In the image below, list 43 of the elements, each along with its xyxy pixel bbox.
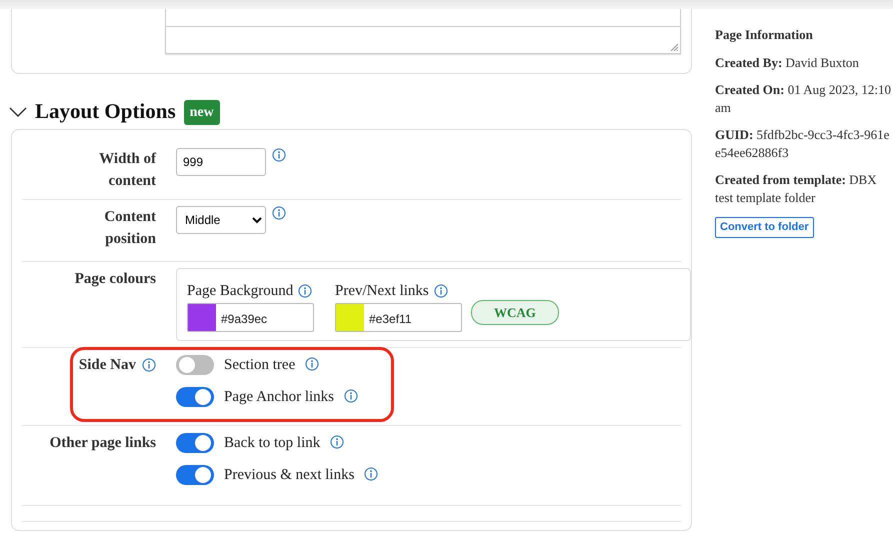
field-label: Page colours	[74, 271, 156, 287]
info-icon[interactable]	[344, 389, 358, 403]
info-icon[interactable]	[298, 284, 312, 298]
toggle-label: Page Anchor links	[224, 388, 334, 407]
info-icon[interactable]	[330, 435, 344, 449]
colour-input[interactable]: #9a39ec	[187, 303, 314, 332]
toggle-switch[interactable]	[176, 465, 214, 485]
toggle-switch[interactable]	[176, 355, 214, 375]
info-heading: Page Information	[715, 26, 814, 44]
field-label: Other page links	[50, 434, 156, 453]
colour-swatch[interactable]	[188, 304, 216, 331]
info-text: Created On: 01 Aug 2023, 12:10 am	[715, 81, 892, 117]
convert-button[interactable]: Convert to folder	[715, 217, 814, 238]
colour-swatch[interactable]	[336, 304, 364, 331]
info-text: Created from template: DBX test template folder	[715, 171, 878, 207]
section-title: Layout Options	[35, 98, 176, 126]
info-icon[interactable]	[272, 148, 286, 162]
toggle-label: Previous & next links	[224, 466, 354, 485]
chevron-icon[interactable]	[9, 106, 27, 118]
toggle-switch[interactable]	[176, 433, 214, 453]
wcag-button[interactable]: WCAG	[471, 300, 559, 325]
colour-input[interactable]: #e3ef11	[335, 303, 462, 332]
info-icon[interactable]	[272, 206, 286, 220]
field-label: Side Nav	[78, 356, 136, 375]
info-text: Created By: David Buxton	[715, 54, 860, 72]
toggle-switch[interactable]	[176, 387, 214, 407]
colour-label: Prev/Next links	[335, 282, 429, 300]
position-select[interactable]: Middle	[176, 206, 266, 234]
width-input[interactable]: 999	[176, 148, 266, 176]
new-badge: new	[184, 100, 220, 124]
toggle-label: Section tree	[224, 356, 296, 375]
info-icon[interactable]	[434, 284, 448, 298]
colour-label: Page Background	[187, 282, 294, 300]
info-icon[interactable]	[364, 467, 378, 481]
info-icon[interactable]	[142, 358, 156, 372]
field-label: Width of content	[98, 150, 156, 191]
colour-value: #9a39ec	[220, 311, 268, 328]
info-text: GUID: 5fdfb2bc-9cc3-4fc3-961e e54ee62886f3	[715, 126, 890, 162]
colour-value: #e3ef11	[368, 311, 412, 328]
toggle-label: Back to top link	[224, 434, 320, 453]
field-label: Content position	[103, 208, 156, 249]
resize-handle-icon[interactable]	[670, 43, 678, 51]
info-icon[interactable]	[305, 357, 320, 371]
